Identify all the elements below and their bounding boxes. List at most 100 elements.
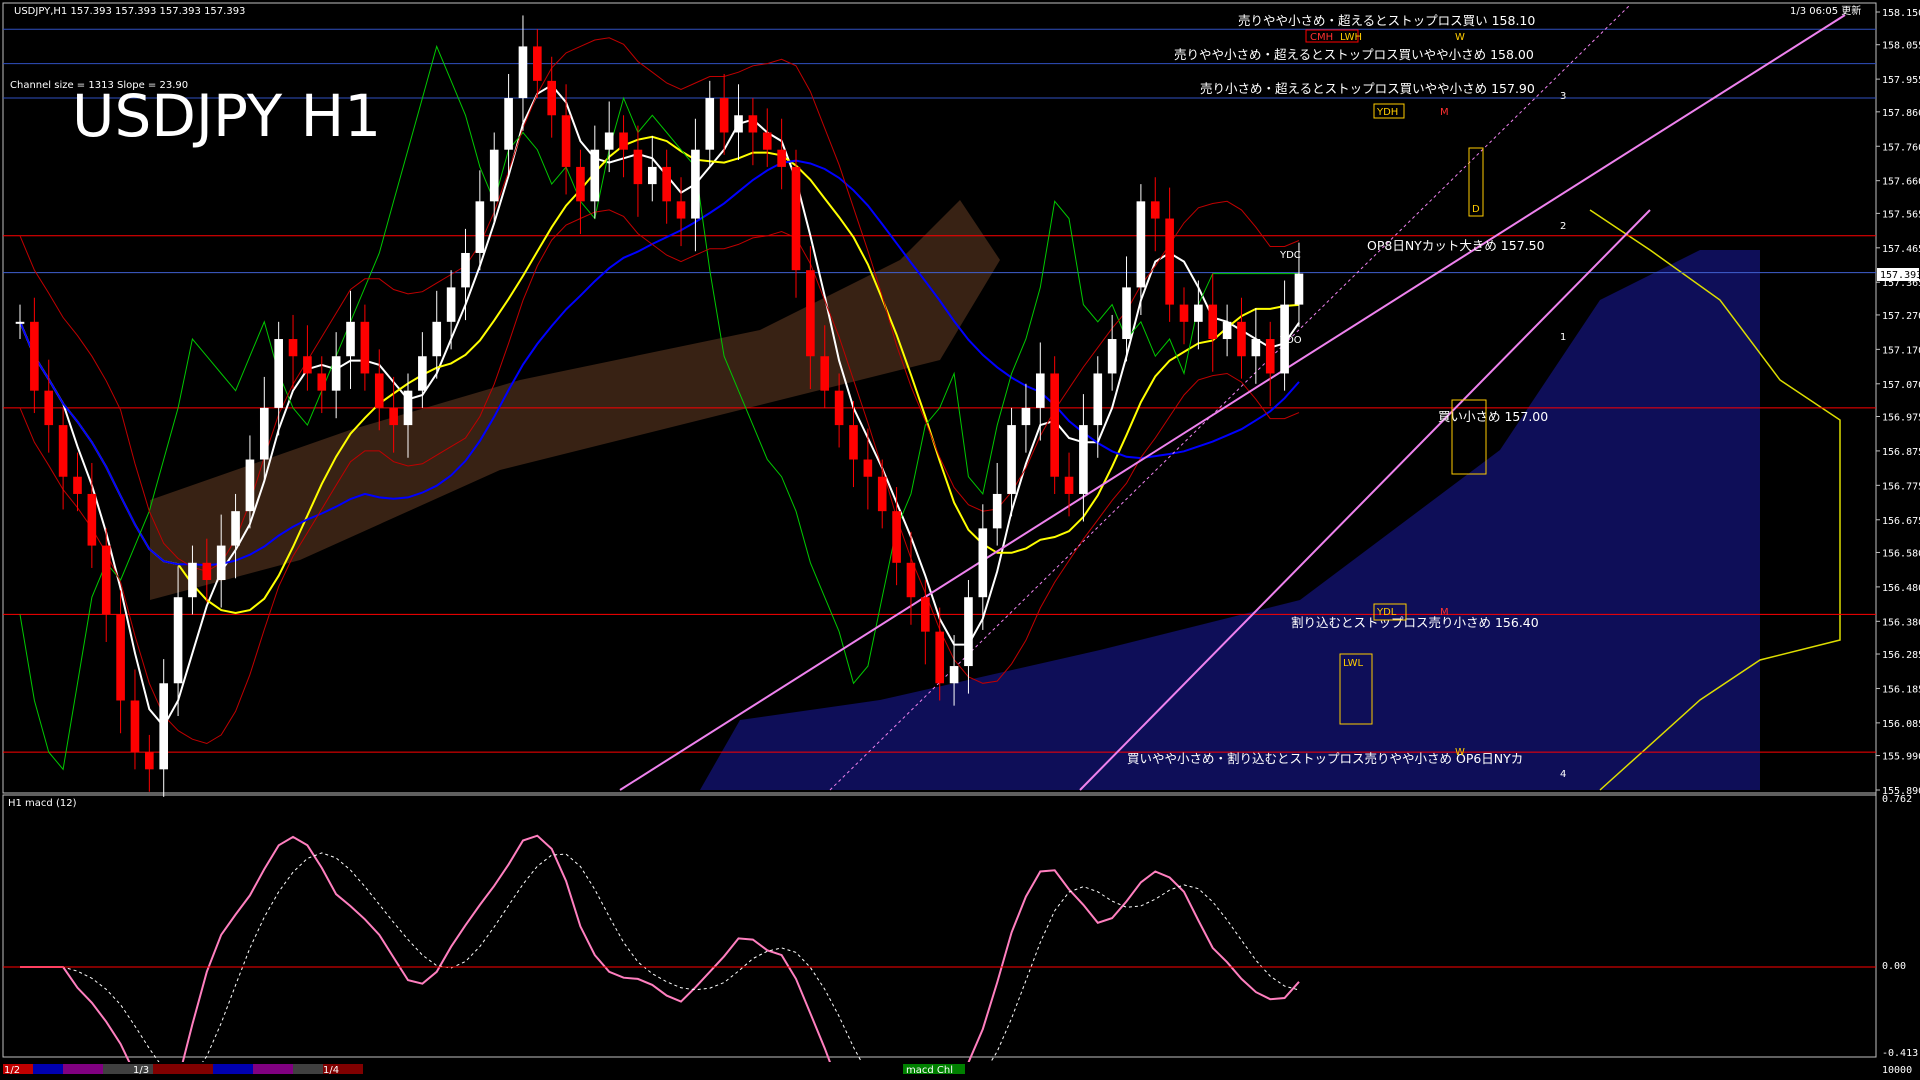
price-tick-label: 157.465	[1882, 244, 1920, 255]
candle-body	[58, 425, 68, 477]
candle-body	[561, 115, 571, 167]
candle-body	[892, 511, 901, 563]
candle-body	[1237, 321, 1246, 357]
macd-tick-bottom: -0.413	[1882, 1048, 1918, 1059]
candle-body	[1165, 218, 1174, 305]
candle-body	[403, 390, 413, 426]
macd-label: H1 macd (12)	[8, 798, 77, 809]
candle-body	[518, 46, 528, 99]
candle-body	[159, 683, 169, 770]
candle-body	[820, 356, 830, 391]
candle-body	[921, 597, 930, 632]
price-tick-label: 156.285	[1882, 650, 1920, 661]
candle-body	[489, 149, 499, 202]
price-tick-label: 158.150	[1882, 8, 1920, 19]
price-tick-label: 157.760	[1882, 142, 1920, 153]
candle-body	[949, 666, 959, 684]
timeline-tab-1-2[interactable]: 1/2	[4, 1065, 20, 1076]
candle-body	[173, 597, 183, 684]
lwh-label: LWH	[1340, 32, 1362, 43]
candle-body	[475, 201, 485, 253]
macd-lines	[20, 834, 1300, 1080]
chart-canvas: 158.150 158.055 157.955 157.860 157.760 157.6…	[0, 2, 1920, 1080]
candle-body	[576, 166, 585, 202]
symbol-info: USDJPY,H1 157.393 157.393 157.393 157.39…	[14, 6, 245, 17]
candle-body	[633, 149, 643, 185]
candle-body	[1107, 339, 1117, 374]
candle-body	[590, 149, 600, 202]
candle-body	[964, 597, 973, 667]
price-tick-label: 156.975	[1882, 412, 1920, 423]
candle-body	[834, 390, 844, 426]
candle-body	[15, 321, 25, 324]
candle-body	[231, 511, 240, 546]
update-datetime: 1/3 06:05 更新	[1790, 4, 1861, 17]
candle-body	[1035, 373, 1045, 408]
candle-body	[446, 287, 456, 322]
timeline-tab-1-3[interactable]: 1/3	[133, 1065, 149, 1076]
timeline-tab-1-4[interactable]: 1/4	[323, 1065, 339, 1076]
candle-body	[906, 562, 916, 598]
price-tick-label: 157.955	[1882, 75, 1920, 86]
candle-body	[317, 373, 327, 391]
ydo-label: YDO	[1279, 335, 1302, 346]
price-tick-label: 157.565	[1882, 209, 1920, 220]
w-low-label: W	[1455, 747, 1465, 758]
candle-body	[1179, 304, 1189, 322]
chart-title: USDJPY H1	[72, 82, 381, 150]
d-box-label: D	[1472, 204, 1480, 215]
bottom-right-value: 10000	[1882, 1065, 1912, 1076]
lwl-label: LWL	[1343, 658, 1364, 669]
candle-body	[547, 80, 557, 116]
annotation-158-00: 売りやや小さめ・超えるとストップロス買いやや小さめ 158.00	[1174, 47, 1534, 62]
macd-channel-tab[interactable]: macd Chl	[906, 1065, 953, 1076]
candle-body	[1079, 425, 1088, 494]
candle-body	[935, 631, 945, 684]
candle-body	[30, 321, 39, 391]
candle-body	[1136, 201, 1146, 288]
price-tick-label: 158.055	[1882, 41, 1920, 52]
price-tick-label: 157.170	[1882, 345, 1920, 356]
candle-body	[647, 166, 657, 185]
candle-body	[44, 390, 54, 426]
channel-label-2: 2	[1560, 221, 1566, 232]
price-tick-label: 156.480	[1882, 583, 1920, 594]
price-tick-label: 155.990	[1882, 752, 1920, 763]
candle-body	[619, 132, 628, 150]
candle-body	[1265, 339, 1275, 374]
candle-body	[1007, 425, 1016, 494]
macd-signal-line	[20, 852, 1300, 1080]
candle-body	[1064, 476, 1074, 494]
candle-body	[1050, 373, 1059, 477]
candle-body	[676, 201, 686, 219]
candle-body	[806, 270, 815, 357]
m-low-label: M	[1440, 607, 1449, 618]
price-tick-label: 156.185	[1882, 684, 1920, 695]
price-tick-label: 156.675	[1882, 516, 1920, 527]
candle-body	[533, 46, 542, 81]
price-tick-label: 156.085	[1882, 719, 1920, 730]
candle-body	[73, 476, 82, 494]
candle-body	[245, 459, 255, 512]
candle-body	[130, 700, 140, 753]
candle-body	[1294, 273, 1304, 305]
candle-body	[604, 132, 614, 150]
m-top-label: M	[1440, 107, 1449, 118]
candle-body	[116, 614, 125, 701]
candle-body	[662, 166, 671, 202]
candle-body	[1021, 407, 1031, 426]
ydl-label: YDL	[1376, 607, 1397, 618]
candle-body	[331, 356, 341, 391]
candle-body	[863, 459, 873, 477]
candle-body	[346, 321, 355, 357]
annotation-157-00: 買い小さめ 157.00	[1438, 409, 1548, 424]
price-tick-label: 157.660	[1882, 177, 1920, 188]
price-tick-label: 156.580	[1882, 548, 1920, 559]
candle-body	[145, 752, 154, 770]
candle-body	[303, 356, 312, 374]
candle-body	[101, 545, 111, 615]
current-price-label: 157.393	[1880, 270, 1920, 281]
candle-body	[188, 562, 197, 598]
price-tick-label: 157.070	[1882, 380, 1920, 391]
candle-body	[849, 425, 858, 460]
